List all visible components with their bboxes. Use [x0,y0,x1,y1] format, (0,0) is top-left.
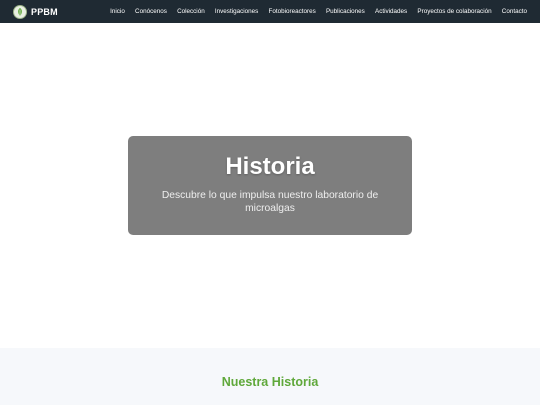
leaf-logo-icon [13,4,27,19]
nav-link-fotobioreactores[interactable]: Fotobioreactores [269,8,316,15]
main-nav: Inicio Conócenos Colección Investigacion… [110,8,527,15]
hero-card: Historia Descubre lo que impulsa nuestro… [128,136,412,235]
nav-link-publicaciones[interactable]: Publicaciones [326,8,365,15]
nav-link-contacto[interactable]: Contacto [502,8,527,15]
brand[interactable]: PPBM [13,4,58,19]
hero-title: Historia [225,153,315,180]
hero-subtitle: Descubre lo que impulsa nuestro laborato… [161,190,379,214]
section-title: Nuestra Historia [221,375,319,389]
nav-link-conocenos[interactable]: Conócenos [135,8,167,15]
nav-link-proyectos[interactable]: Proyectos de colaboración [417,8,491,15]
nav-link-investigaciones[interactable]: Investigaciones [215,8,258,15]
brand-name: PPBM [31,6,58,17]
top-navbar: PPBM Inicio Conócenos Colección Investig… [0,0,540,23]
history-section: Nuestra Historia [0,348,540,405]
nav-link-coleccion[interactable]: Colección [177,8,205,15]
nav-link-inicio[interactable]: Inicio [110,8,125,15]
nav-link-actividades[interactable]: Actividades [375,8,407,15]
